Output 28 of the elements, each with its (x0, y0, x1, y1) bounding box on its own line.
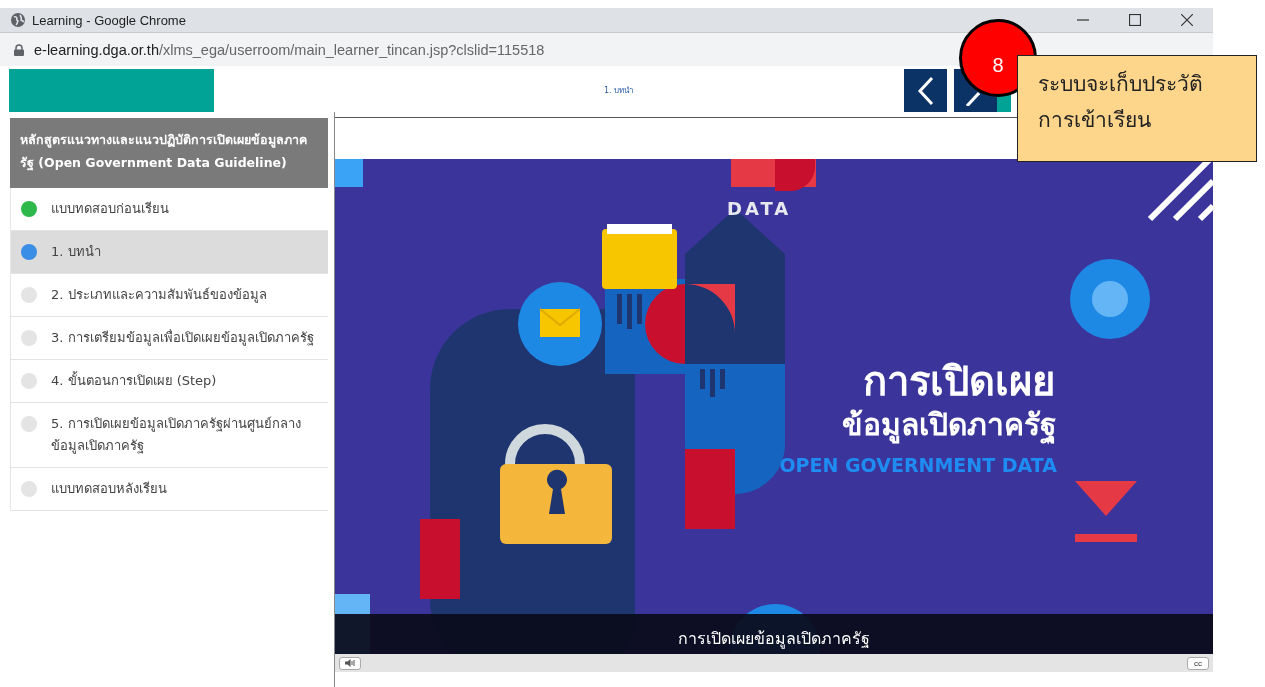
speaker-icon (344, 659, 355, 667)
lesson-item[interactable]: 3. การเตรียมข้อมูลเพื่อเปิดเผยข้อมูลเปิดภาครัฐ (10, 317, 328, 360)
slide-brand-text: DATA (726, 198, 792, 219)
captions-button[interactable]: cc (1187, 656, 1209, 670)
caption-text: การเปิดเผยข้อมูลเปิดภาครัฐ (677, 627, 870, 651)
lesson-item[interactable]: แบบทดสอบก่อนเรียน (10, 188, 328, 231)
close-icon[interactable] (1181, 14, 1193, 26)
slide-subtitle: OPEN GOVERNMENT DATA (779, 454, 1057, 476)
slide-title: การเปิดเผย (862, 358, 1055, 404)
lesson-item[interactable]: 2. ประเภทและความสัมพันธ์ของข้อมูล (10, 274, 328, 317)
previous-button[interactable] (904, 69, 947, 112)
window-title: Learning - Google Chrome (32, 12, 186, 28)
lesson-item[interactable]: แบบทดสอบหลังเรียน (10, 468, 328, 511)
lesson-item[interactable]: 1. บทนำ (10, 231, 328, 274)
slide-title: ข้อมูลเปิดภาครัฐ (841, 407, 1057, 442)
annotation-text: ระบบจะเก็บประวัติ (1038, 70, 1204, 98)
lesson-item[interactable]: 4. ขั้นตอนการเปิดเผย (Step) (10, 360, 328, 403)
volume-button[interactable] (338, 656, 361, 670)
course-title: หลักสูตรแนวทางและแนวปฏิบัติการเปิดเผยข้อมูลภาครัฐ (Open Government Data Guideline) (10, 118, 328, 188)
lesson-item[interactable]: 5. การเปิดเผยข้อมูลเปิดภาครัฐผ่านศูนย์กลางข้อมูลเปิดภาครัฐ (10, 403, 328, 468)
globe-icon (10, 12, 26, 28)
chevron-left-icon (915, 75, 936, 106)
url-text: e-learning.dga.or.th/xlms_ega/userroom/main_learner_tincan.jsp?clslid=115518 (34, 41, 545, 58)
lesson-title: 1. บทนำ (604, 85, 635, 97)
annotation-text: การเข้าเรียน (1038, 107, 1152, 134)
chevron-right-icon (965, 91, 980, 106)
maximize-icon[interactable] (1129, 14, 1141, 26)
lock-icon (14, 43, 24, 56)
